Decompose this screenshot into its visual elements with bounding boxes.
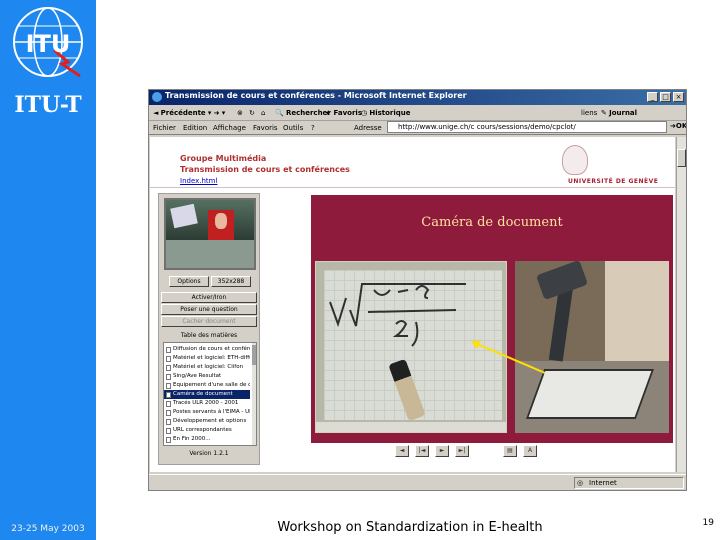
group-title: Groupe Multimédia <box>180 154 267 163</box>
status-bar: ◎ Internet <box>149 474 686 490</box>
itu-logo: ITU <box>13 7 83 78</box>
org-label: ITU-T <box>14 92 82 118</box>
slide-viewer: Caméra de document <box>311 195 673 443</box>
document-icon <box>166 437 171 443</box>
close-button[interactable]: × <box>673 92 684 102</box>
text-icon[interactable]: A <box>523 445 537 457</box>
toc-item-label: Tracés ULR 2000 - 2001 <box>173 400 239 406</box>
document-icon <box>166 365 171 371</box>
toc-list[interactable]: Diffusion de cours et conférences Matérie… <box>163 342 257 446</box>
video-feed <box>164 198 256 270</box>
home-icon[interactable]: ⌂ <box>261 109 265 117</box>
toc-scrollbar[interactable] <box>252 343 256 445</box>
go-button[interactable]: ➜OK <box>670 122 686 130</box>
window-title: Transmission de cours et conférences - M… <box>165 91 467 100</box>
hide-document-button[interactable]: Cacher document <box>161 316 257 327</box>
menu-edit[interactable]: Edition <box>183 124 207 132</box>
toc-item-label: Diffusion de cours et conférences <box>173 346 250 352</box>
toc-item-label: Caméra de document <box>173 391 233 397</box>
history-button[interactable]: ◷ Historique <box>361 109 411 117</box>
document-icon <box>166 374 171 380</box>
browser-toolbar: ◄ Précédente ▾ ➜ ▾ ⊗ ↻ ⌂ 🔍 Rechercher ★ … <box>149 106 686 121</box>
toc-item[interactable]: URL correspondantes <box>164 426 250 435</box>
activate-button[interactable]: Activer/Iron <box>161 292 257 303</box>
divider <box>150 187 675 188</box>
toc-item-label: Equipement d'une salle de cours <box>173 382 250 388</box>
index-link[interactable]: Index.html <box>180 177 217 185</box>
print-icon[interactable]: ▤ <box>503 445 517 457</box>
title-bar: Transmission de cours et conférences - M… <box>149 90 686 105</box>
toc-item-label: Sing/Ave Resultat <box>173 373 222 379</box>
favorites-button[interactable]: ★ Favoris <box>325 109 362 117</box>
toc-item[interactable]: Tracés ULR 2000 - 2001 <box>164 399 250 408</box>
resolution-button[interactable]: 352x288 <box>211 276 251 287</box>
document-icon <box>166 347 171 353</box>
player-panel: Options 352x288 Activer/Iron Poser une q… <box>158 193 260 465</box>
web-page: Groupe Multimédia Transmission de cours … <box>150 137 675 472</box>
browser-window: Transmission de cours et conférences - M… <box>148 89 687 491</box>
toc-item[interactable]: Diffusion de cours et conférences <box>164 345 250 354</box>
vertical-scrollbar[interactable] <box>676 137 686 472</box>
first-icon[interactable]: |◄ <box>415 445 429 457</box>
toc-item[interactable]: Développement et options <box>164 417 250 426</box>
toc-item[interactable]: En Fin 2000... <box>164 435 250 444</box>
presentation-slide: ITU ITU-T 23-25 May 2003 Transmission de… <box>0 0 720 540</box>
toc-item-label: Postes servants à l'EIMA - ULR <box>173 409 250 415</box>
toc-item-label: Matériel et logiciel: ETH-diffusion <box>173 355 250 361</box>
toc-item-label: Matériel et logiciel: Clifon <box>173 364 244 370</box>
document-icon <box>166 419 171 425</box>
date-label: 23-25 May 2003 <box>11 524 85 534</box>
toc-item-label: URL correspondantes <box>173 427 232 433</box>
logo-text: ITU <box>26 30 71 58</box>
toc-item[interactable]: Sing/Ave Resultat <box>164 372 250 381</box>
document-icon <box>166 392 171 398</box>
toc-item-label: Développement et options <box>173 418 247 424</box>
maximize-button[interactable]: □ <box>660 92 671 102</box>
last-icon[interactable]: ►| <box>455 445 469 457</box>
page-number: 19 <box>702 518 714 528</box>
document-icon <box>166 410 171 416</box>
version-label: Version 1.2.1 <box>189 450 229 457</box>
address-input[interactable]: http://www.unige.ch/c cours/sessions/dem… <box>387 121 667 133</box>
options-button[interactable]: Options <box>169 276 209 287</box>
toc-item[interactable]: Matériel et logiciel: ETH-diffusion <box>164 354 250 363</box>
document-icon <box>166 401 171 407</box>
document-icon <box>166 428 171 434</box>
address-label: Adresse <box>354 124 382 132</box>
ask-question-button[interactable]: Poser une question <box>161 304 257 315</box>
toc-item[interactable]: Equipement d'une salle de cours <box>164 381 250 390</box>
zone-label: Internet <box>589 479 617 487</box>
refresh-icon[interactable]: ↻ <box>249 109 255 117</box>
toc-item[interactable]: Caméra de document <box>164 390 250 399</box>
back-button[interactable]: ◄ Précédente ▾ ➜ ▾ <box>153 109 225 117</box>
university-seal-icon <box>562 145 588 175</box>
toc-item-label: En Fin 2000... <box>173 436 211 442</box>
journal-button[interactable]: ✎ Journal <box>601 109 637 117</box>
menu-help[interactable]: ? <box>311 124 315 132</box>
toc-item[interactable]: Matériel et logiciel: Clifon <box>164 363 250 372</box>
menu-view[interactable]: Affichage <box>213 124 246 132</box>
group-subtitle: Transmission de cours et conférences <box>180 165 350 174</box>
security-zone: ◎ Internet <box>574 477 684 489</box>
toc-item[interactable]: Postes servants à l'EIMA - ULR <box>164 408 250 417</box>
university-name: UNIVERSITÉ DE GENÈVE <box>568 178 659 185</box>
left-band: ITU ITU-T 23-25 May 2003 <box>0 0 96 540</box>
next-icon[interactable]: ► <box>435 445 449 457</box>
toc-heading: Table des matières <box>180 332 238 339</box>
minimize-button[interactable]: _ <box>647 92 658 102</box>
document-icon <box>166 383 171 389</box>
slide-navigation: ◄ |◄ ► ►| ▤ A <box>395 445 555 459</box>
search-button[interactable]: 🔍 Rechercher <box>275 109 331 117</box>
links-label[interactable]: liens <box>581 109 597 117</box>
globe-icon: ◎ <box>577 479 584 487</box>
footer-title: Workshop on Standardization in E-health <box>277 520 543 535</box>
prev-icon[interactable]: ◄ <box>395 445 409 457</box>
stop-icon[interactable]: ⊗ <box>237 109 243 117</box>
document-icon <box>166 356 171 362</box>
menu-tools[interactable]: Outils <box>283 124 303 132</box>
menu-file[interactable]: Fichier <box>153 124 176 132</box>
menu-favorites[interactable]: Favoris <box>253 124 278 132</box>
pointer-arrow-icon <box>471 341 546 374</box>
ie-icon <box>152 92 162 102</box>
